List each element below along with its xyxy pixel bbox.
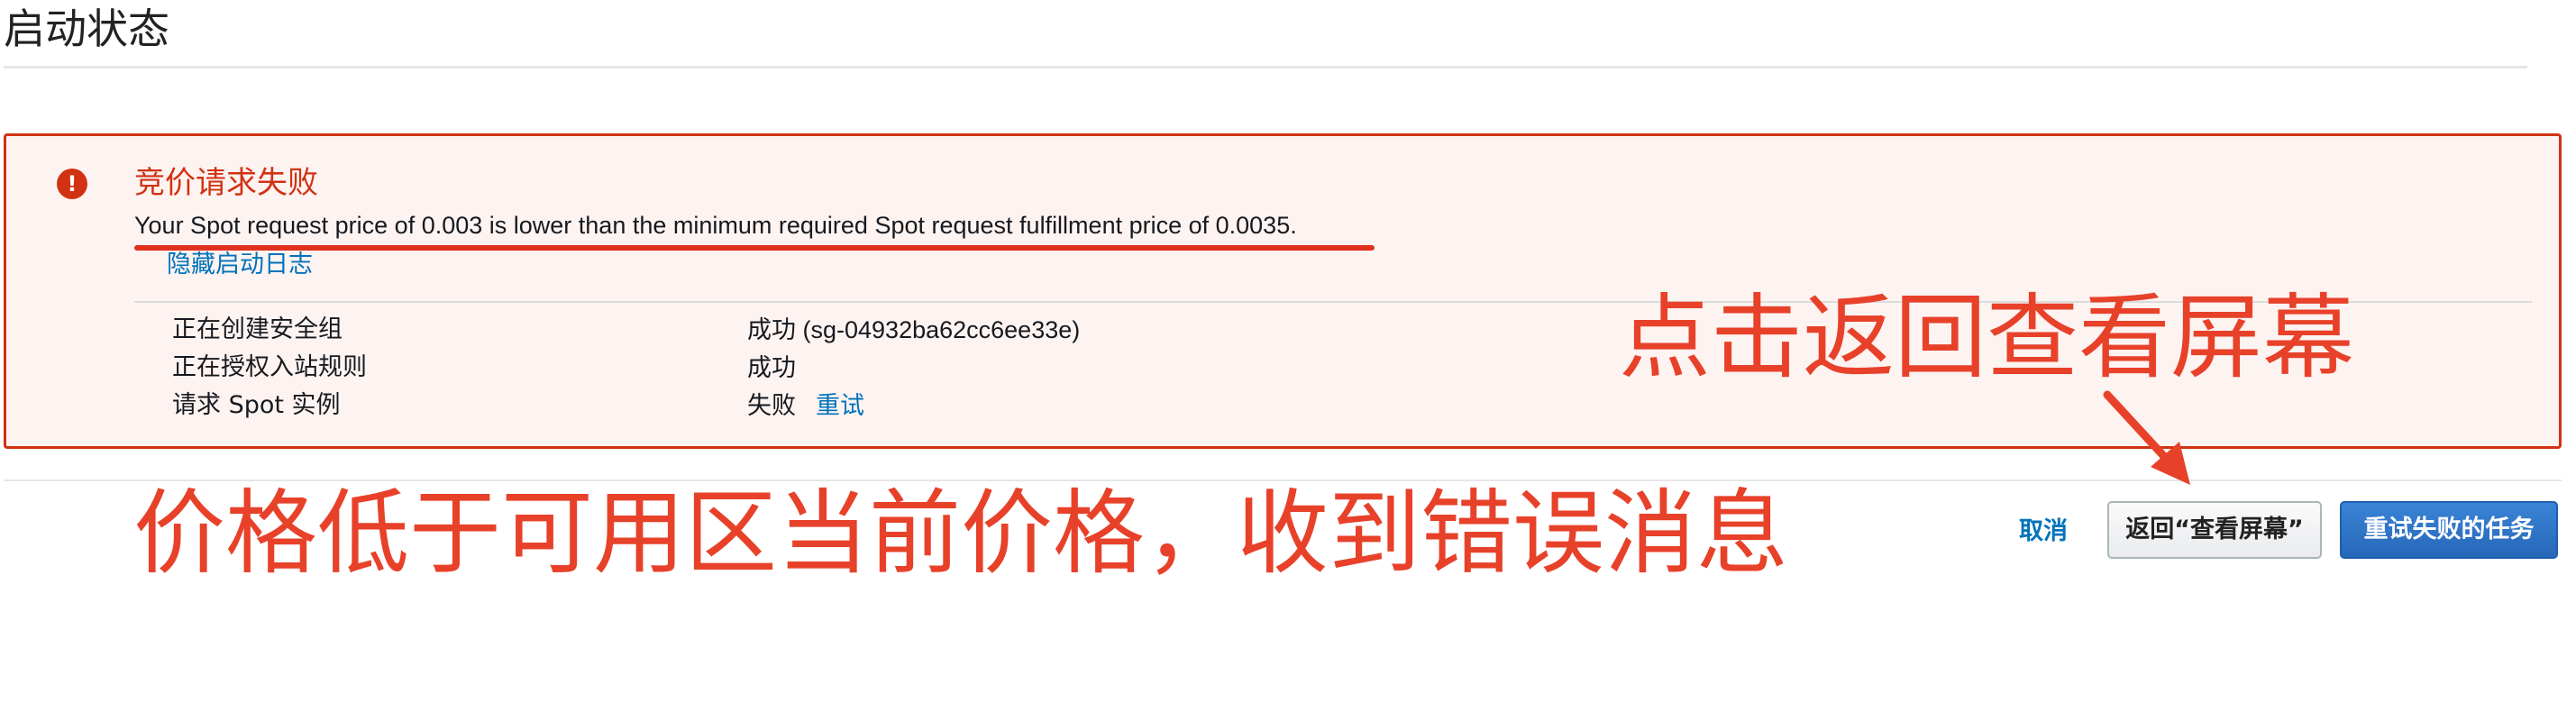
hide-launch-log-link[interactable]: 隐藏启动日志: [167, 248, 313, 282]
annotation-price-error: 价格低于可用区当前价格，收到错误消息: [133, 480, 1788, 588]
log-step-create-security-group: 正在创建安全组: [172, 315, 343, 343]
alert-title: 竞价请求失败: [134, 165, 318, 201]
annotation-arrow-icon: [2103, 390, 2190, 485]
log-step-authorize-inbound: 正在授权入站规则: [172, 353, 367, 381]
log-status-request-spot: 失败 重试: [747, 388, 864, 423]
log-status-authorize-inbound: 成功: [747, 354, 796, 381]
log-status-failed: 失败: [747, 392, 796, 419]
annotation-underline: [134, 245, 1375, 251]
cancel-button[interactable]: 取消: [2019, 507, 2068, 557]
retry-failed-tasks-button[interactable]: 重试失败的任务: [2340, 501, 2558, 559]
page-title: 启动状态: [4, 5, 169, 53]
title-divider: [4, 66, 2527, 68]
retry-link[interactable]: 重试: [816, 392, 864, 419]
log-step-request-spot: 请求 Spot 实例: [172, 391, 341, 419]
exclamation-icon: !: [57, 169, 87, 199]
annotation-click-back: 点击返回查看屏幕: [1619, 285, 2354, 392]
alert-message: Your Spot request price of 0.003 is lowe…: [134, 212, 1297, 239]
back-to-review-button[interactable]: 返回“查看屏幕”: [2107, 501, 2322, 559]
log-status-create-security-group: 成功 (sg-04932ba62cc6ee33e): [747, 316, 1081, 343]
